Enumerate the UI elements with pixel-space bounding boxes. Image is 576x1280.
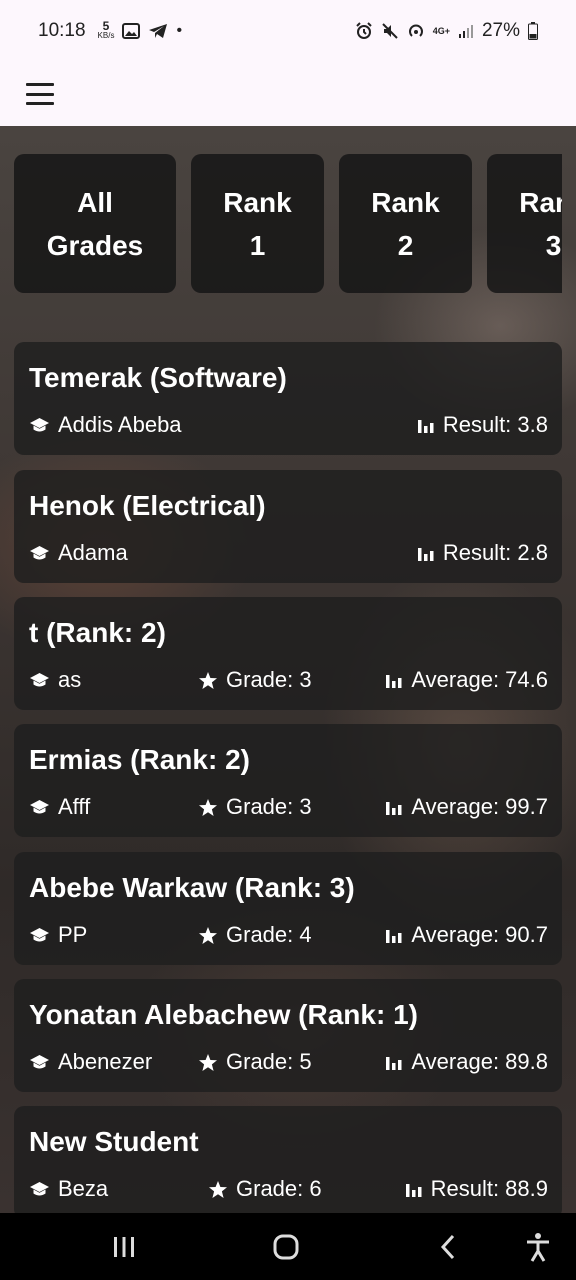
student-card[interactable]: Henok (Electrical) Adama Result: 2.8 (14, 470, 562, 583)
star-icon (199, 1053, 217, 1071)
dot-icon: • (176, 22, 183, 39)
recent-apps-icon (114, 1236, 134, 1257)
student-title: New Student (29, 1126, 199, 1157)
student-school: PP (29, 922, 87, 948)
student-score: Average: 89.8 (385, 1049, 548, 1075)
hotspot-icon (408, 24, 423, 37)
school-icon (30, 672, 49, 686)
student-title: t (Rank: 2) (29, 617, 166, 648)
menu-icon[interactable] (26, 83, 54, 105)
student-score: Result: 88.9 (405, 1176, 548, 1202)
filter-chip-row[interactable]: All Grades Rank 1 Rank 2 Rank 3 (14, 154, 562, 294)
bar-chart-icon (417, 420, 434, 433)
student-title: Temerak (Software) (29, 362, 287, 393)
filter-chip-rank-3[interactable]: Rank 3 (487, 154, 562, 293)
student-school: Addis Abeba (29, 412, 182, 438)
student-title: Yonatan Alebachew (Rank: 1) (29, 999, 418, 1030)
school-icon (30, 927, 49, 941)
star-icon (199, 671, 217, 689)
student-school: Adama (29, 540, 128, 566)
student-title: Ermias (Rank: 2) (29, 744, 250, 775)
back-button[interactable] (428, 1213, 468, 1280)
student-score: Result: 3.8 (417, 412, 548, 438)
system-nav-bar (0, 1213, 576, 1280)
bar-chart-icon (417, 548, 434, 561)
student-title: Abebe Warkaw (Rank: 3) (29, 872, 355, 903)
student-score: Average: 99.7 (385, 794, 548, 820)
student-card[interactable]: t (Rank: 2) as Grade: 3 Average: 74.6 (14, 597, 562, 710)
student-card[interactable]: Temerak (Software) Addis Abeba Result: 3.8 (14, 342, 562, 455)
school-icon (30, 417, 49, 431)
image-icon (122, 23, 141, 39)
filter-chip-rank-1[interactable]: Rank 1 (191, 154, 324, 293)
student-grade: Grade: 3 (198, 667, 312, 693)
student-score: Result: 2.8 (417, 540, 548, 566)
alarm-icon (355, 22, 372, 39)
star-icon (199, 798, 217, 816)
mute-icon (381, 23, 398, 39)
school-icon (30, 1181, 49, 1195)
filter-chip-all-grades[interactable]: All Grades (14, 154, 176, 293)
student-school: Beza (29, 1176, 108, 1202)
clock: 10:18 (38, 20, 86, 41)
student-school: Afff (29, 794, 90, 820)
student-card[interactable]: New Student Beza Grade: 6 Result: 88.9 (14, 1106, 562, 1219)
school-icon (30, 545, 49, 559)
student-grade: Grade: 6 (208, 1176, 322, 1202)
back-icon (440, 1234, 455, 1259)
student-title: Henok (Electrical) (29, 490, 266, 521)
student-grade: Grade: 4 (198, 922, 312, 948)
bar-chart-icon (386, 675, 402, 688)
star-icon (209, 1180, 227, 1198)
lte-icon: 4G+ (432, 26, 450, 36)
battery-level: 27% (481, 20, 520, 41)
recent-apps-button[interactable] (104, 1213, 144, 1280)
bar-chart-icon (405, 1184, 422, 1197)
school-icon (30, 799, 49, 813)
student-school: Abenezer (29, 1049, 152, 1075)
bar-chart-icon (386, 930, 402, 943)
telegram-icon (149, 24, 168, 38)
student-score: Average: 74.6 (385, 667, 548, 693)
home-button[interactable] (266, 1213, 306, 1280)
star-icon (199, 926, 217, 944)
status-bar: 10:18 5 KB/s • 4G+ 27% (0, 0, 576, 62)
bar-chart-icon (386, 802, 402, 815)
school-icon (30, 1054, 49, 1068)
accessibility-icon (527, 1232, 549, 1262)
bar-chart-icon (386, 1057, 402, 1070)
app-bar (0, 62, 576, 126)
net-speed: 5 KB/s (97, 19, 115, 40)
home-icon (273, 1234, 299, 1259)
filter-chip-rank-2[interactable]: Rank 2 (339, 154, 472, 293)
student-grade: Grade: 3 (198, 794, 312, 820)
student-school: as (29, 667, 81, 693)
student-grade: Grade: 5 (198, 1049, 312, 1075)
student-card[interactable]: Ermias (Rank: 2) Afff Grade: 3 Average: 99.… (14, 724, 562, 837)
signal-icon (458, 25, 473, 38)
battery-icon (528, 22, 538, 40)
student-score: Average: 90.7 (385, 922, 548, 948)
accessibility-button[interactable] (518, 1213, 558, 1280)
student-card[interactable]: Yonatan Alebachew (Rank: 1) Abenezer Grade… (14, 979, 562, 1092)
student-card[interactable]: Abebe Warkaw (Rank: 3) PP Grade: 4 Average:… (14, 852, 562, 965)
